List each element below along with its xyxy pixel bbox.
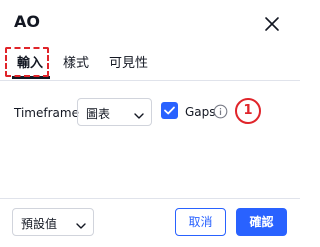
tab-style[interactable]: 樣式 <box>63 52 89 71</box>
gaps-label: Gaps <box>185 105 216 119</box>
footer-divider <box>0 198 300 199</box>
cancel-button[interactable]: 取消 <box>175 208 226 236</box>
timeframe-label: Timeframe <box>14 106 79 120</box>
chevron-down-icon <box>75 217 87 229</box>
annotation-highlight-box <box>5 47 49 77</box>
chevron-down-icon <box>133 107 145 119</box>
indicator-settings-dialog: AO 輸入 樣式 可見性 Timeframe 圖表 Gaps 1 預設值 取消 … <box>0 0 300 247</box>
defaults-label: 預設值 <box>21 217 58 231</box>
ok-button[interactable]: 確認 <box>236 208 287 236</box>
inputs-row: Timeframe 圖表 Gaps 1 <box>0 96 300 130</box>
info-icon[interactable] <box>213 104 228 119</box>
dialog-title: AO <box>14 12 40 31</box>
tab-divider <box>0 80 300 81</box>
gaps-checkbox[interactable] <box>161 102 178 119</box>
defaults-dropdown[interactable]: 預設值 <box>12 208 94 236</box>
timeframe-select[interactable]: 圖表 <box>77 98 152 126</box>
timeframe-value: 圖表 <box>86 107 111 121</box>
tab-visibility[interactable]: 可見性 <box>109 52 148 71</box>
close-icon[interactable] <box>262 14 282 34</box>
annotation-badge: 1 <box>235 98 261 124</box>
